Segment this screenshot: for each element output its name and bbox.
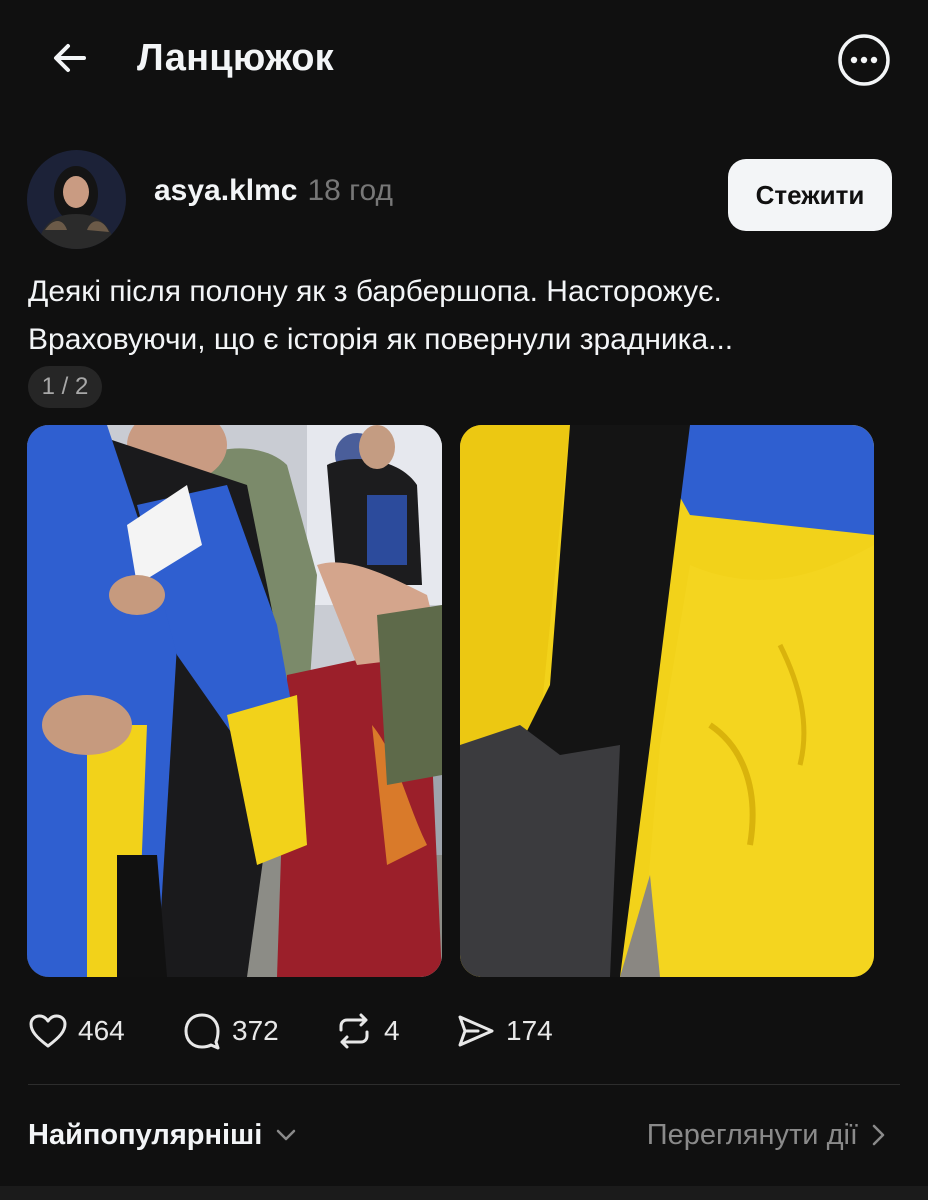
share-button[interactable]: 174: [456, 1008, 553, 1054]
repost-button[interactable]: 4: [334, 1008, 400, 1054]
like-button[interactable]: 464: [28, 1008, 125, 1054]
send-icon: [458, 1015, 494, 1047]
chevron-right-icon: [872, 1124, 885, 1146]
more-options-button[interactable]: [836, 32, 892, 88]
more-circle-icon: [838, 34, 890, 86]
post-timestamp: 18 год: [307, 174, 393, 207]
divider: [28, 1084, 900, 1085]
share-count: 174: [506, 1015, 553, 1046]
post-text: Деякі після полону як з барбершопа. Наст…: [28, 275, 734, 356]
view-activity-label: Переглянути дії: [646, 1118, 858, 1151]
follow-button[interactable]: Стежити: [728, 159, 892, 231]
arrow-left-icon: [54, 44, 86, 72]
comment-button[interactable]: 372: [182, 1008, 279, 1054]
chevron-down-icon: [277, 1129, 296, 1141]
like-count: 464: [78, 1015, 125, 1046]
sort-dropdown[interactable]: Найпопулярніші: [28, 1112, 298, 1158]
image-page-indicator: 1 / 2: [28, 366, 102, 408]
repost-icon: [339, 1013, 369, 1049]
heart-icon: [29, 1014, 67, 1048]
post-image-2[interactable]: [460, 425, 874, 977]
page-title: Ланцюжок: [137, 37, 334, 79]
post-image-1[interactable]: [27, 425, 442, 977]
comment-count: 372: [232, 1015, 279, 1046]
view-activity-link[interactable]: Переглянути дії: [647, 1112, 888, 1158]
avatar[interactable]: [27, 150, 126, 249]
username-link[interactable]: asya.klmc: [154, 174, 297, 208]
repost-count: 4: [384, 1015, 400, 1046]
author-info: asya.klmc 18 год: [154, 174, 393, 218]
sort-label: Найпопулярніші: [28, 1118, 263, 1151]
comment-icon: [184, 1013, 220, 1050]
bottom-separator: [0, 1186, 928, 1200]
back-button[interactable]: [40, 28, 100, 88]
